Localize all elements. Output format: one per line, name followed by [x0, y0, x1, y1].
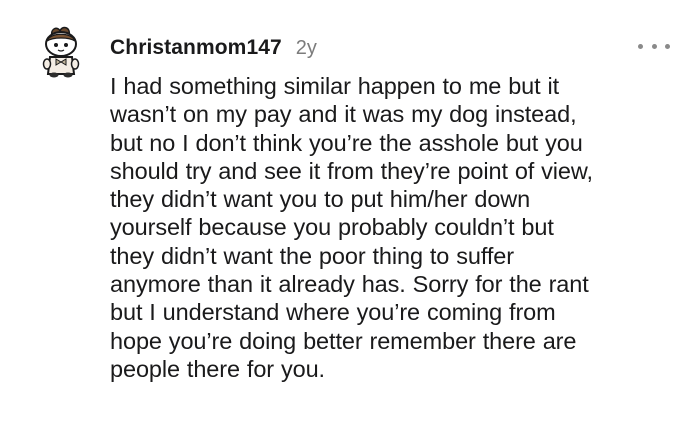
comment-line: yourself because you probably couldn’t b…	[110, 214, 554, 241]
comment-line: they didn’t want you to put him/her down	[110, 186, 531, 213]
more-dot-icon	[665, 43, 670, 49]
comment-line: but I understand where you’re coming fro…	[110, 299, 556, 326]
more-dot-icon	[638, 43, 643, 49]
comment-line: anymore than it already has. Sorry for t…	[110, 271, 589, 298]
user-avatar[interactable]	[38, 24, 84, 78]
comment: Christanmom147 2y I had something simila…	[0, 0, 700, 442]
username[interactable]: Christanmom147	[110, 36, 282, 60]
comment-body: I had something similar happen to me but…	[110, 72, 685, 383]
comment-line: wasn’t on my pay and it was my dog inste…	[110, 101, 577, 128]
comment-line: they didn’t want the poor thing to suffe…	[110, 242, 514, 269]
comment-line: should try and see it from they’re point…	[110, 157, 593, 184]
comment-header: Christanmom147 2y	[110, 36, 317, 60]
comment-line: but no I don’t think you’re the asshole …	[110, 129, 583, 156]
more-options-button[interactable]	[638, 38, 670, 54]
snoo-avatar-icon	[42, 26, 80, 78]
comment-line: I had something similar happen to me but…	[110, 73, 560, 99]
more-dot-icon	[651, 43, 657, 49]
comment-age: 2y	[295, 37, 317, 59]
comment-line: hope you’re doing better remember there …	[110, 327, 577, 354]
comment-line: people there for you.	[110, 355, 325, 382]
